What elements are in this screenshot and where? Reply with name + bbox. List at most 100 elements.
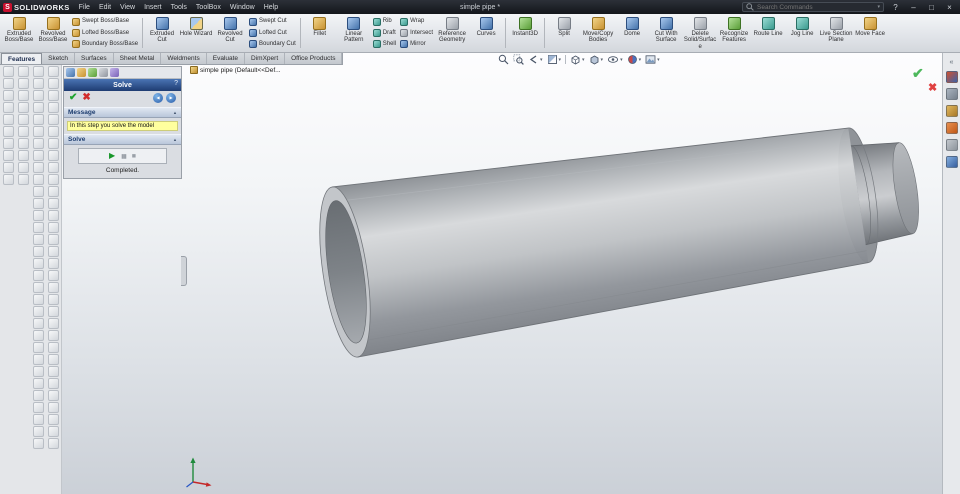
ribbon-button-extruded-cut[interactable]: Extruded Cut	[145, 15, 179, 51]
toolbar-icon[interactable]	[47, 174, 59, 185]
section-view-button[interactable]: ▾	[547, 54, 562, 65]
ribbon-button-linear-pattern[interactable]: Linear Pattern	[337, 15, 371, 51]
ribbon-button-route-line[interactable]: Route Line	[751, 15, 785, 51]
ribbon-button-reference-geometry[interactable]: Reference Geometry	[435, 15, 469, 51]
help-button[interactable]: ?	[889, 3, 902, 12]
toolbar-icon[interactable]	[32, 102, 44, 113]
ribbon-button-dome[interactable]: Dome	[615, 15, 649, 51]
ribbon-button-boundary-cut[interactable]: Boundary Cut	[249, 39, 296, 50]
message-group-header[interactable]: Message ▲	[64, 107, 181, 118]
file-explorer-icon[interactable]	[945, 105, 958, 117]
solve-group-header[interactable]: Solve ▲	[64, 134, 181, 145]
menu-edit[interactable]: Edit	[99, 4, 111, 11]
toolbar-icon[interactable]	[47, 210, 59, 221]
ribbon-button-instant3d[interactable]: Instant3D	[508, 15, 542, 51]
collapse-chevron-icon[interactable]: ▲	[173, 110, 177, 115]
toolbar-icon[interactable]	[32, 270, 44, 281]
toolbar-icon[interactable]	[32, 90, 44, 101]
tab-dimxpert[interactable]: DimXpert	[245, 53, 286, 64]
toolbar-icon[interactable]	[32, 330, 44, 341]
restore-button[interactable]: □	[925, 3, 938, 12]
toolbar-icon[interactable]	[47, 378, 59, 389]
toolbar-icon[interactable]	[18, 102, 30, 113]
ribbon-button-boundary-boss[interactable]: Boundary Boss/Base	[72, 39, 138, 50]
tab-surfaces[interactable]: Surfaces	[75, 53, 114, 64]
ribbon-button-intersect[interactable]: Intersect	[400, 27, 433, 38]
toolbar-icon[interactable]	[47, 282, 59, 293]
toolbar-icon[interactable]	[3, 126, 15, 137]
taskpane-collapse-icon[interactable]: «	[950, 59, 954, 66]
graphics-viewport[interactable]: ▾ ▾ ▾ ▾ ▾ ▾ ▾ simple pipe (Default<<Def.…	[62, 53, 942, 494]
toolbar-icon[interactable]	[3, 150, 15, 161]
toolbar-icon[interactable]	[32, 186, 44, 197]
toolbar-icon[interactable]	[18, 174, 30, 185]
ribbon-button-curves[interactable]: Curves	[469, 15, 503, 51]
play-button[interactable]: ▶	[109, 152, 115, 160]
display-style-button[interactable]: ▾	[589, 54, 603, 65]
ribbon-button-lofted-cut[interactable]: Lofted Cut	[249, 27, 296, 38]
apply-scene-button[interactable]: ▾	[645, 54, 660, 65]
tab-evaluate[interactable]: Evaluate	[207, 53, 246, 64]
ribbon-button-revolved-cut[interactable]: Revolved Cut	[213, 15, 247, 51]
toolbar-icon[interactable]	[47, 246, 59, 257]
toolbar-icon[interactable]	[32, 426, 44, 437]
ok-check-icon[interactable]: ✔	[69, 93, 77, 103]
dropdown-caret-icon[interactable]: ▾	[620, 57, 623, 63]
ribbon-button-rib[interactable]: Rib	[372, 16, 396, 27]
toolbar-icon[interactable]	[32, 294, 44, 305]
toolbar-icon[interactable]	[32, 258, 44, 269]
zoom-to-area-button[interactable]	[513, 54, 524, 65]
toolbar-icon[interactable]	[32, 354, 44, 365]
toolbar-icon[interactable]	[18, 150, 30, 161]
toolbar-icon[interactable]	[18, 66, 30, 77]
ribbon-button-recognize-features[interactable]: Recognize Features	[717, 15, 751, 51]
ribbon-button-live-section-plane[interactable]: Live Section Plane	[819, 15, 853, 51]
toolbar-icon[interactable]	[47, 198, 59, 209]
toolbar-icon[interactable]	[32, 342, 44, 353]
ribbon-button-swept-cut[interactable]: Swept Cut	[249, 16, 296, 27]
ribbon-button-cut-with-surface[interactable]: Cut With Surface	[649, 15, 683, 51]
design-library-icon[interactable]	[945, 88, 958, 100]
toolbar-icon[interactable]	[18, 162, 30, 173]
ribbon-button-wrap[interactable]: Wrap	[400, 16, 433, 27]
toolbar-icon[interactable]	[47, 102, 59, 113]
toolbar-icon[interactable]	[18, 90, 30, 101]
edit-appearance-button[interactable]: ▾	[627, 54, 642, 65]
toolbar-icon[interactable]	[3, 174, 15, 185]
dropdown-caret-icon[interactable]: ▾	[559, 57, 562, 63]
dropdown-caret-icon[interactable]: ▾	[639, 57, 642, 63]
close-button[interactable]: ×	[943, 3, 956, 12]
toolbar-icon[interactable]	[32, 114, 44, 125]
toolbar-icon[interactable]	[47, 330, 59, 341]
property-manager-tab-icon[interactable]	[66, 68, 75, 77]
toolbar-icon[interactable]	[47, 354, 59, 365]
toolbar-icon[interactable]	[32, 66, 44, 77]
toolbar-icon[interactable]	[3, 66, 15, 77]
ribbon-button-jog-line[interactable]: Jog Line	[785, 15, 819, 51]
toolbar-icon[interactable]	[47, 138, 59, 149]
search-box[interactable]: ▾	[742, 2, 884, 12]
hide-show-items-button[interactable]: ▾	[607, 54, 623, 65]
toolbar-icon[interactable]	[47, 270, 59, 281]
confirm-ok-icon[interactable]: ✔	[912, 65, 924, 82]
panel-help-icon[interactable]: ?	[174, 80, 178, 87]
toolbar-icon[interactable]	[3, 78, 15, 89]
toolbar-icon[interactable]	[32, 318, 44, 329]
toolbar-icon[interactable]	[3, 114, 15, 125]
toolbar-icon[interactable]	[32, 438, 44, 449]
pipe-model[interactable]	[62, 53, 942, 494]
toolbar-icon[interactable]	[3, 102, 15, 113]
toolbar-icon[interactable]	[32, 174, 44, 185]
toolbar-icon[interactable]	[47, 294, 59, 305]
toolbar-icon[interactable]	[47, 366, 59, 377]
nav-forward-button[interactable]: ▶	[166, 93, 176, 103]
toolbar-icon[interactable]	[32, 162, 44, 173]
toolbar-icon[interactable]	[3, 162, 15, 173]
feature-tree-root[interactable]: simple pipe (Default<<Def...	[190, 66, 281, 74]
menu-tools[interactable]: Tools	[171, 4, 187, 11]
previous-view-button[interactable]: ▾	[528, 54, 543, 65]
menu-help[interactable]: Help	[264, 4, 278, 11]
dropdown-caret-icon[interactable]: ▾	[657, 57, 660, 63]
toolbar-icon[interactable]	[47, 78, 59, 89]
toolbar-icon[interactable]	[32, 198, 44, 209]
